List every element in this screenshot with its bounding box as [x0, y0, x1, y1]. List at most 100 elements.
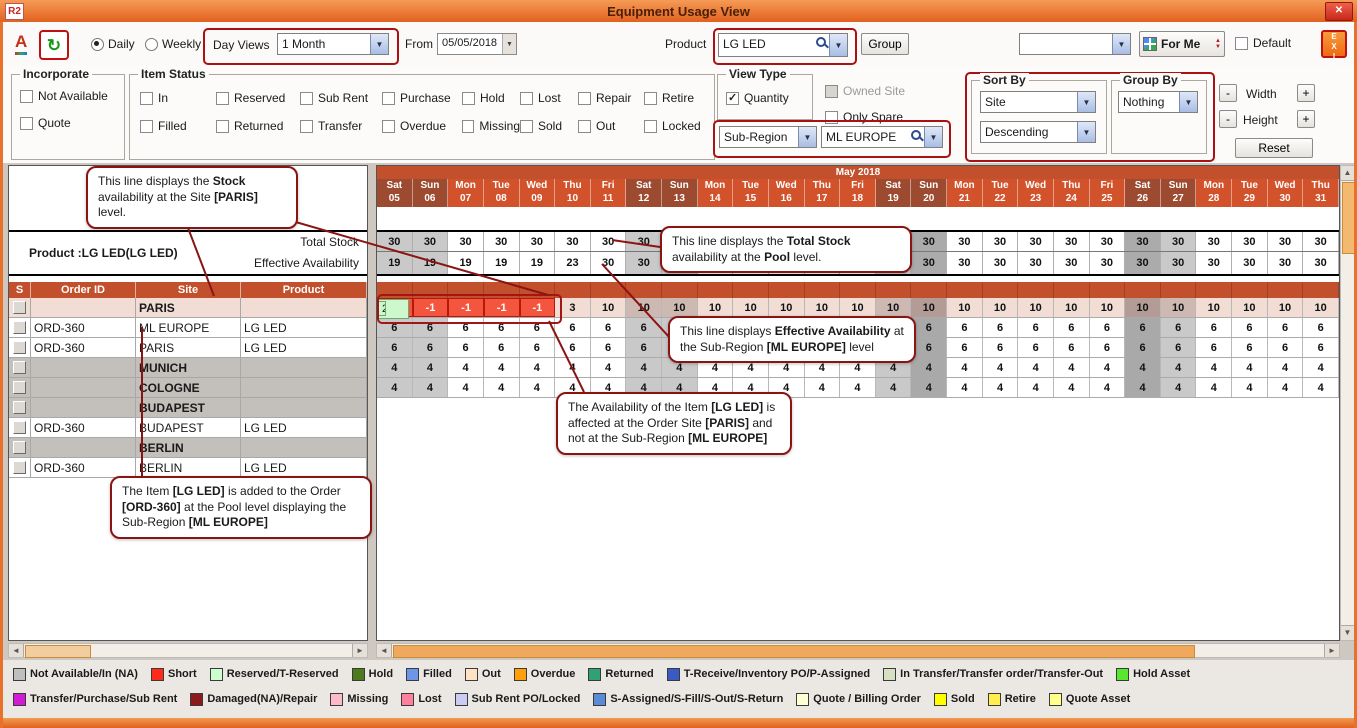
- sort-field-combobox[interactable]: Site ▼: [980, 91, 1096, 113]
- day-header[interactable]: Mon07: [448, 179, 484, 207]
- day-header[interactable]: Thu31: [1303, 179, 1339, 207]
- scroll-left-icon[interactable]: ◄: [9, 644, 24, 657]
- day-header[interactable]: Tue08: [484, 179, 520, 207]
- column-header[interactable]: Order ID: [31, 282, 136, 298]
- checkbox-lost[interactable]: Lost: [520, 91, 578, 105]
- radio-weekly[interactable]: Weekly: [145, 37, 201, 51]
- table-row[interactable]: ORD-360PARISLG LED: [9, 338, 367, 358]
- scroll-left-icon[interactable]: ◄: [377, 644, 392, 657]
- day-header[interactable]: Tue29: [1232, 179, 1268, 207]
- checkbox-repair[interactable]: Repair: [578, 91, 644, 105]
- checkbox-out[interactable]: Out: [578, 119, 644, 133]
- day-header[interactable]: Sat05: [377, 179, 413, 207]
- checkbox-sold[interactable]: Sold: [520, 119, 578, 133]
- chevron-down-icon[interactable]: ▼: [1179, 92, 1197, 112]
- table-row[interactable]: BUDAPEST: [9, 398, 367, 418]
- titlebar[interactable]: R2 Equipment Usage View ✕: [0, 0, 1357, 22]
- day-header[interactable]: Wed30: [1268, 179, 1304, 207]
- checkbox-not-available[interactable]: Not Available: [20, 89, 108, 103]
- checkbox-purchase[interactable]: Purchase: [382, 91, 462, 105]
- scroll-right-icon[interactable]: ►: [1324, 644, 1339, 657]
- search-icon[interactable]: [815, 34, 829, 50]
- checkbox-sub-rent[interactable]: Sub Rent: [300, 91, 382, 105]
- scroll-right-icon[interactable]: ►: [352, 644, 367, 657]
- width-plus-button[interactable]: +: [1297, 84, 1315, 102]
- right-horizontal-scrollbar[interactable]: ◄ ►: [376, 643, 1340, 658]
- row-select-box[interactable]: [13, 461, 26, 474]
- table-row[interactable]: ORD-360ML EUROPELG LED: [9, 318, 367, 338]
- group-by-combobox[interactable]: Nothing ▼: [1118, 91, 1198, 113]
- day-header[interactable]: Wed23: [1018, 179, 1054, 207]
- checkbox-returned[interactable]: Returned: [216, 119, 300, 133]
- date-dropdown-icon[interactable]: ▼: [502, 34, 516, 54]
- from-date-field[interactable]: 05/05/2018 ▼: [437, 33, 517, 55]
- chevron-down-icon[interactable]: ▼: [1077, 92, 1095, 112]
- day-header[interactable]: Sun06: [413, 179, 449, 207]
- table-row[interactable]: BERLIN: [9, 438, 367, 458]
- column-header[interactable]: Site: [136, 282, 241, 298]
- for-me-button[interactable]: For Me ▲ ▼: [1139, 31, 1225, 57]
- for-me-spinner[interactable]: ▲ ▼: [1215, 38, 1221, 50]
- search-icon[interactable]: [910, 127, 924, 143]
- calendar-row[interactable]: 444444444444444444444444444: [377, 378, 1339, 398]
- day-header[interactable]: Wed16: [769, 179, 805, 207]
- left-scroll-thumb[interactable]: [25, 645, 91, 658]
- product-search-field[interactable]: LG LED ▼: [718, 33, 848, 57]
- day-header[interactable]: Thu17: [805, 179, 841, 207]
- font-icon[interactable]: A: [15, 32, 27, 55]
- checkbox-hold[interactable]: Hold: [462, 91, 520, 105]
- quantity-checkbox[interactable]: Quantity: [726, 91, 789, 105]
- right-scroll-thumb[interactable]: [393, 645, 1195, 658]
- day-views-combobox[interactable]: 1 Month ▼: [277, 33, 389, 55]
- row-select-box[interactable]: [13, 361, 26, 374]
- day-header[interactable]: Sat12: [626, 179, 662, 207]
- row-select-box[interactable]: [13, 381, 26, 394]
- row-select-box[interactable]: [13, 321, 26, 334]
- table-row[interactable]: ORD-360BERLINLG LED: [9, 458, 367, 478]
- day-header[interactable]: Sat26: [1125, 179, 1161, 207]
- scroll-down-icon[interactable]: ▼: [1341, 625, 1354, 640]
- day-header[interactable]: Mon28: [1196, 179, 1232, 207]
- checkbox-in[interactable]: In: [140, 91, 216, 105]
- table-row[interactable]: PARIS: [9, 298, 367, 318]
- day-header[interactable]: Tue15: [733, 179, 769, 207]
- height-minus-button[interactable]: -: [1219, 110, 1237, 128]
- refresh-button[interactable]: ↻: [39, 30, 69, 60]
- checkbox-quote[interactable]: Quote: [20, 116, 108, 130]
- day-header[interactable]: Sun13: [662, 179, 698, 207]
- day-header[interactable]: Wed09: [520, 179, 556, 207]
- chevron-down-icon[interactable]: ▼: [1077, 122, 1095, 142]
- profile-combobox[interactable]: ▼: [1019, 33, 1131, 55]
- width-minus-button[interactable]: -: [1219, 84, 1237, 102]
- checkbox-missing[interactable]: Missing: [462, 119, 520, 133]
- chevron-down-icon[interactable]: ▼: [370, 34, 388, 54]
- height-plus-button[interactable]: +: [1297, 110, 1315, 128]
- chevron-down-icon[interactable]: ▼: [798, 127, 816, 147]
- default-checkbox[interactable]: Default: [1235, 36, 1291, 50]
- day-header[interactable]: Fri25: [1090, 179, 1126, 207]
- table-row[interactable]: ORD-360BUDAPESTLG LED: [9, 418, 367, 438]
- sort-direction-combobox[interactable]: Descending ▼: [980, 121, 1096, 143]
- checkbox-overdue[interactable]: Overdue: [382, 119, 462, 133]
- scroll-up-icon[interactable]: ▲: [1341, 166, 1354, 181]
- reset-button[interactable]: Reset: [1235, 138, 1313, 158]
- column-header[interactable]: S: [9, 282, 31, 298]
- checkbox-transfer[interactable]: Transfer: [300, 119, 382, 133]
- owned-site-chec kbox[interactable]: Owned Site: [825, 84, 905, 98]
- day-header[interactable]: Sat19: [876, 179, 912, 207]
- checkbox-reserved[interactable]: Reserved: [216, 91, 300, 105]
- table-row[interactable]: MUNICH: [9, 358, 367, 378]
- day-header[interactable]: Fri11: [591, 179, 627, 207]
- day-header[interactable]: Tue22: [983, 179, 1019, 207]
- day-header[interactable]: Thu10: [555, 179, 591, 207]
- checkbox-filled[interactable]: Filled: [140, 119, 216, 133]
- row-select-box[interactable]: [13, 441, 26, 454]
- region-search-field[interactable]: ML EUROPE ▼: [821, 126, 943, 148]
- exit-button[interactable]: EXIT: [1321, 30, 1347, 58]
- region-level-combobox[interactable]: Sub-Region ▼: [719, 126, 817, 148]
- close-button[interactable]: ✕: [1325, 2, 1353, 21]
- day-header[interactable]: Fri18: [840, 179, 876, 207]
- radio-daily[interactable]: Daily: [91, 37, 135, 51]
- chevron-down-icon[interactable]: ▼: [1112, 34, 1130, 54]
- day-header[interactable]: Mon14: [698, 179, 734, 207]
